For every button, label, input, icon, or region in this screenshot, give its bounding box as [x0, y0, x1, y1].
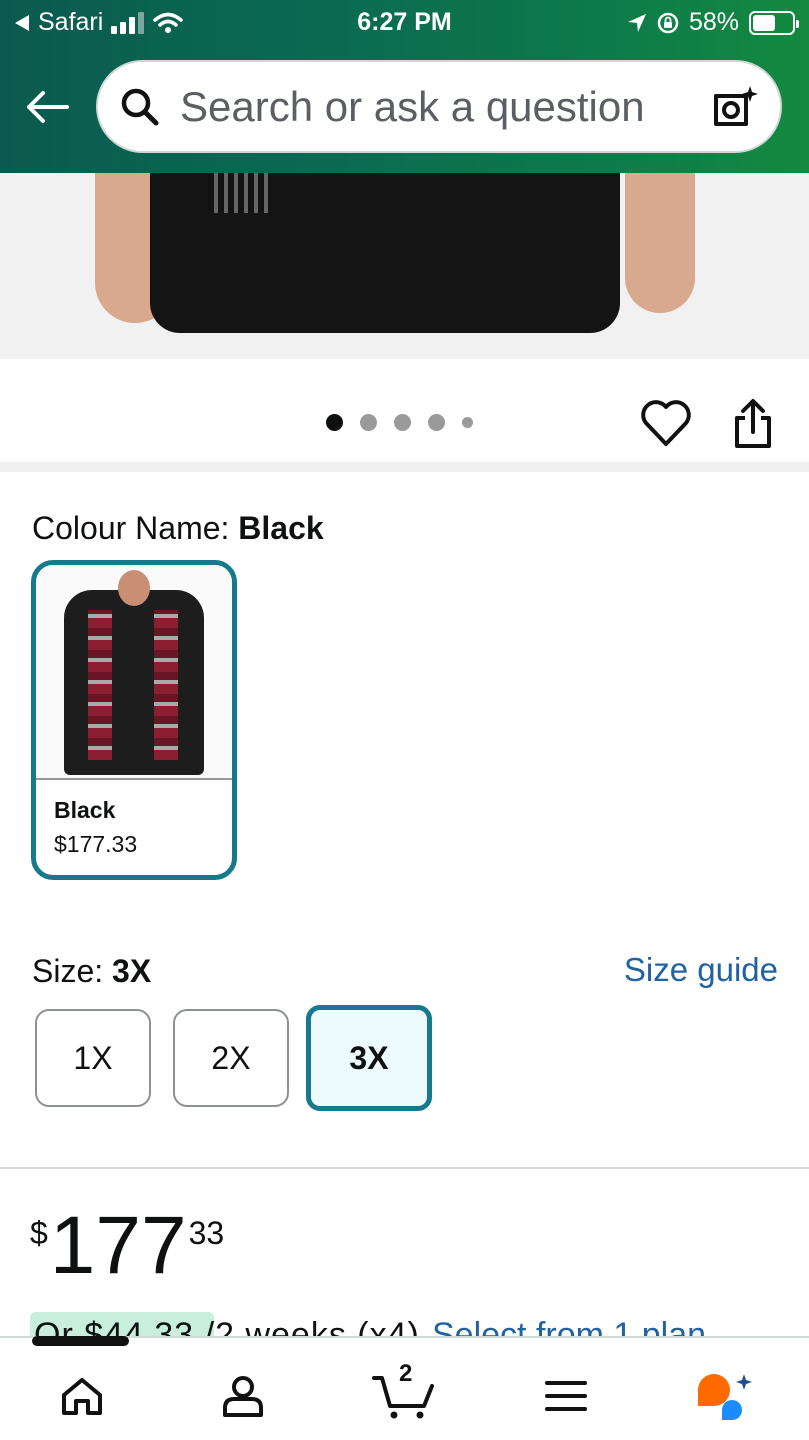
camera-search-icon[interactable]: [712, 84, 758, 130]
swatch-scarf: [154, 610, 178, 760]
price-whole: 177: [49, 1200, 187, 1291]
menu-icon[interactable]: [536, 1368, 596, 1424]
colour-name-label: Colour Name: Black: [32, 510, 324, 547]
cart-count-badge: 2: [399, 1360, 413, 1387]
swatch-coat: [64, 590, 204, 775]
swatch-scarf: [88, 610, 112, 760]
size-option-1x[interactable]: 1X: [35, 1009, 151, 1107]
wishlist-heart-icon[interactable]: [640, 398, 692, 448]
back-button[interactable]: [22, 82, 72, 132]
location-arrow-icon: [627, 13, 646, 32]
price-currency: $: [30, 1215, 48, 1251]
size-selected-value: 3X: [112, 953, 152, 989]
swatch-image: [36, 565, 232, 780]
size-option-3x[interactable]: 3X: [306, 1005, 432, 1111]
image-pagination-dots: [326, 414, 473, 431]
image-controls: [0, 360, 809, 472]
colour-label-prefix: Colour Name:: [32, 510, 230, 546]
swatch-price: $177.33: [54, 831, 138, 857]
cart-icon[interactable]: 2: [372, 1360, 436, 1424]
pagination-dot[interactable]: [360, 414, 377, 431]
product-price: $ 177 33: [30, 1205, 224, 1287]
battery-percent: 58%: [688, 8, 739, 36]
colour-selected-value: Black: [238, 510, 324, 546]
size-guide-link[interactable]: Size guide: [624, 951, 778, 989]
bottom-nav: 2: [0, 1336, 809, 1440]
swatch-model-face: [118, 570, 150, 606]
product-image-carousel[interactable]: [0, 173, 809, 359]
size-label-prefix: Size:: [32, 953, 104, 989]
size-label: Size: 3X: [32, 953, 151, 990]
section-divider: [0, 1167, 809, 1169]
product-image-hand: [625, 173, 695, 313]
battery-fill: [753, 14, 776, 31]
search-icon: [120, 87, 160, 127]
home-icon[interactable]: [52, 1368, 112, 1424]
battery-icon: [749, 10, 799, 35]
price-fraction: 33: [188, 1215, 225, 1251]
status-bar: Safari 6:27 PM 58%: [0, 0, 809, 46]
pagination-dot[interactable]: [428, 414, 445, 431]
search-input[interactable]: Search or ask a question: [96, 60, 782, 153]
pagination-dot[interactable]: [326, 414, 343, 431]
search-placeholder: Search or ask a question: [180, 82, 645, 130]
swatch-colour-name: Black: [54, 797, 116, 823]
rotation-lock-icon: [657, 12, 679, 33]
home-indicator: [32, 1336, 129, 1346]
colour-swatch-black[interactable]: Black $177.33: [31, 560, 237, 880]
app-header: Safari 6:27 PM 58% Search or ask a quest…: [0, 0, 809, 173]
size-option-2x[interactable]: 2X: [173, 1009, 289, 1107]
rufus-assistant-icon[interactable]: [694, 1368, 754, 1424]
pagination-dot[interactable]: [394, 414, 411, 431]
back-arrow-icon: [27, 91, 69, 123]
pagination-dot[interactable]: [462, 417, 473, 428]
product-image-scarf: [208, 173, 268, 213]
share-icon[interactable]: [730, 398, 776, 450]
account-icon[interactable]: [213, 1368, 273, 1424]
